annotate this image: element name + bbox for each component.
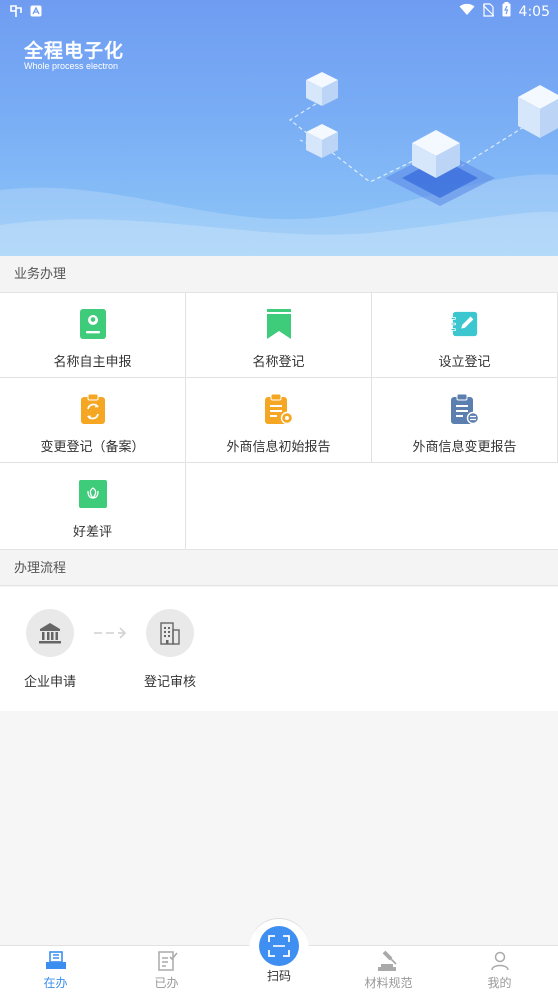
service-rating[interactable]: 好差评 bbox=[0, 463, 186, 549]
tab-label: 材料规范 bbox=[364, 976, 413, 990]
tab-label: 已办 bbox=[154, 976, 179, 990]
exchange-clipboard-icon bbox=[450, 394, 479, 424]
service-name-registration[interactable]: 名称登记 bbox=[186, 293, 372, 378]
report-clipboard-icon bbox=[264, 394, 293, 424]
battery-icon bbox=[502, 2, 511, 21]
service-establishment[interactable]: 设立登记 bbox=[372, 293, 558, 378]
app-notification-icon bbox=[8, 3, 24, 23]
service-label: 好差评 bbox=[72, 525, 112, 540]
service-label: 名称自主申报 bbox=[53, 355, 132, 370]
document-stack-icon bbox=[45, 950, 67, 972]
service-label: 外商信息变更报告 bbox=[412, 440, 517, 455]
services-grid: 名称自主申报 名称登记 设立登记 变更登记（备案） 外商信息初始报告 外商信息变… bbox=[0, 293, 558, 549]
dashed-arrow-icon bbox=[94, 627, 127, 639]
process-step-review: 登记审核 bbox=[130, 609, 210, 690]
section-header-business: 业务办理 bbox=[0, 256, 558, 293]
scan-label: 扫码 bbox=[266, 969, 291, 983]
service-label: 变更登记（备案） bbox=[40, 440, 145, 455]
user-icon bbox=[490, 950, 510, 972]
tab-label: 在办 bbox=[43, 976, 68, 990]
no-sim-icon bbox=[482, 2, 494, 21]
bank-building-icon bbox=[26, 609, 74, 657]
service-label: 设立登记 bbox=[438, 355, 491, 370]
section-header-process: 办理流程 bbox=[0, 549, 558, 586]
service-foreign-initial-report[interactable]: 外商信息初始报告 bbox=[186, 378, 372, 463]
process-step-label: 企业申请 bbox=[23, 675, 76, 690]
status-bar: 4:05 bbox=[0, 0, 558, 24]
service-foreign-change-report[interactable]: 外商信息变更报告 bbox=[372, 378, 558, 463]
profile-card-icon bbox=[79, 309, 107, 339]
a-notification-icon bbox=[30, 5, 42, 21]
service-change-registration[interactable]: 变更登记（备案） bbox=[0, 378, 186, 463]
process-step-label: 登记审核 bbox=[143, 675, 196, 690]
process-step-apply: 企业申请 bbox=[10, 609, 90, 690]
banner-title: 全程电子化 bbox=[24, 40, 125, 62]
flower-rating-icon bbox=[78, 479, 107, 509]
process-flow: 企业申请 登记审核 bbox=[0, 587, 558, 711]
tab-completed[interactable]: 已办 bbox=[111, 946, 222, 992]
service-label: 名称登记 bbox=[252, 355, 305, 370]
wifi-icon bbox=[459, 3, 475, 20]
service-label: 外商信息初始报告 bbox=[226, 440, 331, 455]
scan-button[interactable] bbox=[259, 926, 299, 966]
clock-time: 4:05 bbox=[518, 3, 550, 20]
tab-material-standards[interactable]: 材料规范 bbox=[333, 946, 444, 992]
service-name-self-declare[interactable]: 名称自主申报 bbox=[0, 293, 186, 378]
tab-mine[interactable]: 我的 bbox=[444, 946, 555, 992]
bookmark-icon bbox=[265, 309, 293, 339]
banner-subtitle: Whole process electron bbox=[24, 61, 119, 71]
checked-document-icon bbox=[156, 950, 178, 972]
banner: 4:05 全程电子化 Whole process electron bbox=[0, 0, 558, 256]
scan-icon bbox=[268, 935, 290, 957]
edit-note-icon bbox=[450, 309, 479, 339]
tab-in-progress[interactable]: 在办 bbox=[0, 946, 111, 992]
tab-label: 我的 bbox=[487, 976, 512, 990]
refresh-clipboard-icon bbox=[79, 394, 107, 424]
office-building-icon bbox=[146, 609, 194, 657]
gavel-icon bbox=[376, 950, 402, 972]
